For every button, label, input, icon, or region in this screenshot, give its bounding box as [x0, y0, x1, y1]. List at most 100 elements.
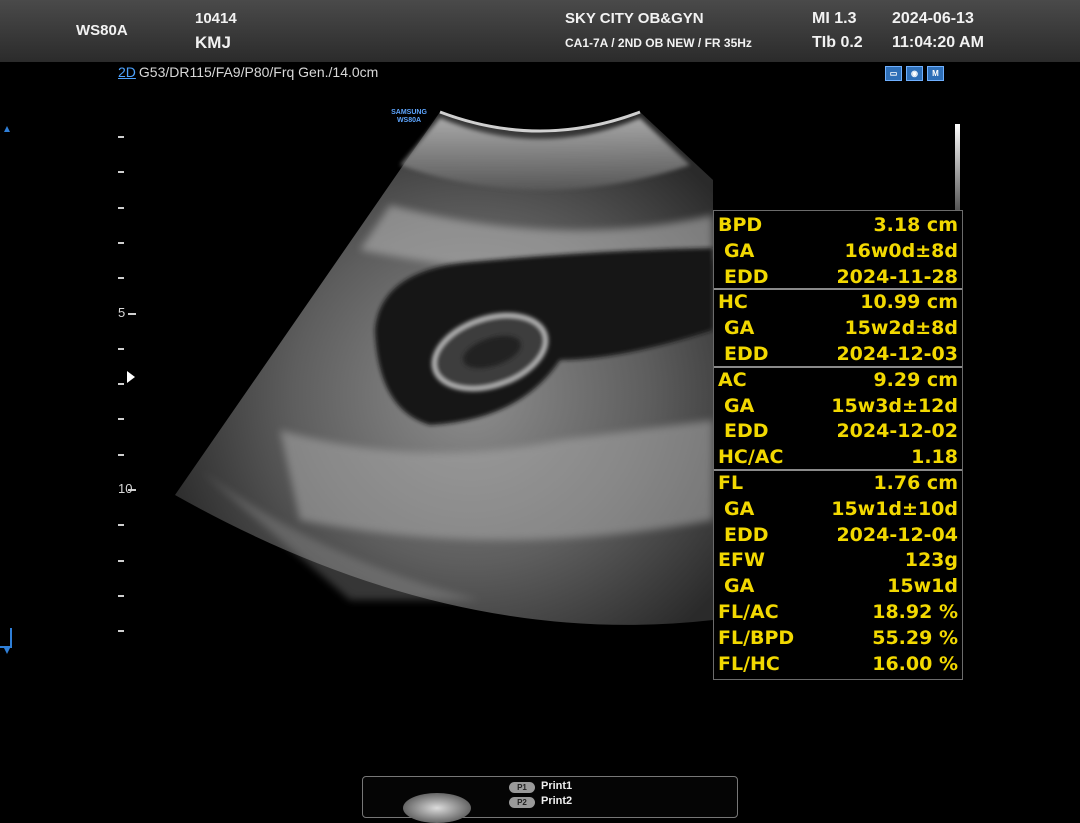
mechanical-index: MI 1.3 — [812, 10, 857, 27]
measurement-label: EDD — [724, 523, 769, 546]
measurement-value: 1.76 cm — [873, 472, 958, 494]
device-model: WS80A — [76, 22, 128, 39]
measurement-row: EDD 2024-12-02 — [714, 418, 962, 443]
depth-tick — [118, 206, 124, 209]
grayscale-bar — [955, 124, 960, 210]
measurement-row: FL/HC 16.00 % — [714, 651, 962, 676]
measurement-label: EDD — [724, 420, 769, 443]
focus-marker-icon[interactable] — [127, 371, 135, 383]
measurement-label: FL/BPD — [718, 626, 795, 649]
knob-icon[interactable] — [403, 793, 471, 823]
depth-tick — [118, 347, 124, 350]
measurement-value: 123g — [904, 549, 958, 572]
measurement-label: EDD — [724, 265, 769, 288]
imaging-params: 2D G53/DR115/FA9/P80/Frq Gen./14.0cm — [118, 64, 378, 80]
header-bar: WS80A 10414 KMJ SKY CITY OB&GYN CA1-7A /… — [0, 0, 1080, 62]
imaging-mode[interactable]: 2D — [118, 64, 136, 80]
measurement-label: GA — [724, 497, 755, 520]
measurement-value: 2024-12-02 — [836, 420, 958, 443]
depth-tick — [118, 136, 124, 138]
patient-id: 10414 — [195, 10, 237, 27]
depth-tick — [118, 418, 124, 421]
measurement-panel: BPD 3.18 cm GA 16w0d±8d EDD 2024-11-28 HC 10.99… — [713, 210, 963, 680]
depth-tick — [118, 383, 124, 386]
exam-date: 2024-06-13 — [892, 10, 974, 27]
depth-tick — [118, 277, 124, 280]
depth-tick — [118, 594, 124, 597]
measurement-row: HC 10.99 cm — [714, 289, 962, 314]
depth-label: 5 — [118, 304, 126, 320]
measurement-row: EFW 123g — [714, 547, 962, 572]
measurement-value: 15w3d±12d — [831, 394, 958, 417]
bracket-icon — [0, 628, 12, 648]
institution-name: SKY CITY OB&GYN — [565, 10, 704, 27]
measurement-label: HC/AC — [718, 446, 784, 469]
measurement-value: 2024-12-04 — [836, 523, 958, 546]
probe-info: CA1-7A / 2ND OB NEW / FR 35Hz — [565, 36, 752, 50]
measurement-row: EDD 2024-12-04 — [714, 522, 962, 547]
triangle-down-icon — [4, 648, 10, 654]
measurement-label: HC — [718, 291, 748, 314]
measurement-value: 18.92 % — [872, 601, 958, 623]
depth-label: 10 — [118, 481, 133, 496]
print2-badge: P2 — [509, 797, 535, 808]
measurement-value: 10.99 cm — [860, 291, 958, 314]
depth-tick — [118, 241, 124, 244]
thermal-index: TIb 0.2 — [812, 34, 863, 51]
measurement-row: GA 15w2d±8d — [714, 315, 962, 340]
measurement-row: HC/AC 1.18 — [714, 444, 962, 469]
measurement-label: AC — [718, 368, 747, 391]
measurement-row: BPD 3.18 cm — [714, 212, 962, 237]
imaging-param-string: G53/DR115/FA9/P80/Frq Gen./14.0cm — [138, 64, 379, 80]
bookmark-icon[interactable]: M — [927, 66, 944, 81]
measurement-label: FL — [718, 472, 744, 494]
measurement-label: EFW — [718, 549, 765, 572]
measurement-row: GA 16w0d±8d — [714, 238, 962, 263]
camera-icon[interactable]: ◉ — [906, 66, 923, 81]
measurement-value: 16w0d±8d — [844, 239, 958, 262]
depth-tick — [118, 559, 124, 562]
monitor-icon[interactable]: ▭ — [885, 66, 902, 81]
measurement-label: GA — [724, 575, 755, 598]
brand-tag-line1: SAMSUNG — [391, 109, 427, 116]
depth-tick — [118, 453, 124, 456]
depth-tick — [128, 312, 136, 315]
depth-tick — [118, 524, 124, 527]
measurement-label: FL/AC — [718, 601, 779, 623]
measurement-value: 16.00 % — [872, 652, 958, 675]
measurement-value: 15w1d — [887, 575, 958, 598]
measurement-value: 9.29 cm — [873, 368, 958, 391]
patient-name: KMJ — [195, 33, 231, 52]
measurement-label: GA — [724, 317, 755, 340]
measurement-label: GA — [724, 239, 755, 262]
triangle-up-icon — [4, 126, 10, 132]
measurement-row: EDD 2024-12-03 — [714, 341, 962, 366]
print2-button[interactable]: Print2 — [541, 795, 572, 807]
exam-time: 11:04:20 AM — [892, 34, 984, 51]
measurement-value: 1.18 — [911, 446, 958, 469]
depth-tick — [118, 171, 124, 174]
measurement-value: 2024-12-03 — [836, 343, 958, 365]
measurement-value: 3.18 cm — [873, 214, 958, 236]
measurement-row: AC 9.29 cm — [714, 367, 962, 392]
print1-badge: P1 — [509, 782, 535, 793]
measurement-row: GA 15w1d±10d — [714, 496, 962, 521]
print1-button[interactable]: Print1 — [541, 780, 572, 792]
measurement-row: EDD 2024-11-28 — [714, 264, 962, 289]
measurement-label: GA — [724, 394, 755, 417]
measurement-value: 55.29 % — [872, 626, 958, 649]
status-icons: ▭ ◉ M — [885, 66, 944, 81]
measurement-row: GA 15w3d±12d — [714, 393, 962, 418]
measurement-row: FL/BPD 55.29 % — [714, 625, 962, 650]
measurement-row: FL 1.76 cm — [714, 470, 962, 495]
measurement-value: 15w1d±10d — [831, 497, 958, 520]
depth-tick — [118, 630, 124, 633]
measurement-value: 15w2d±8d — [844, 317, 958, 340]
measurement-label: EDD — [724, 343, 769, 365]
measurement-row: GA 15w1d — [714, 573, 962, 598]
brand-tag-line2: WS80A — [396, 117, 422, 124]
measurement-row: FL/AC 18.92 % — [714, 599, 962, 624]
measurement-label: FL/HC — [718, 652, 780, 675]
measurement-value: 2024-11-28 — [836, 265, 958, 288]
brand-tag: SAMSUNG WS80A — [378, 109, 440, 125]
